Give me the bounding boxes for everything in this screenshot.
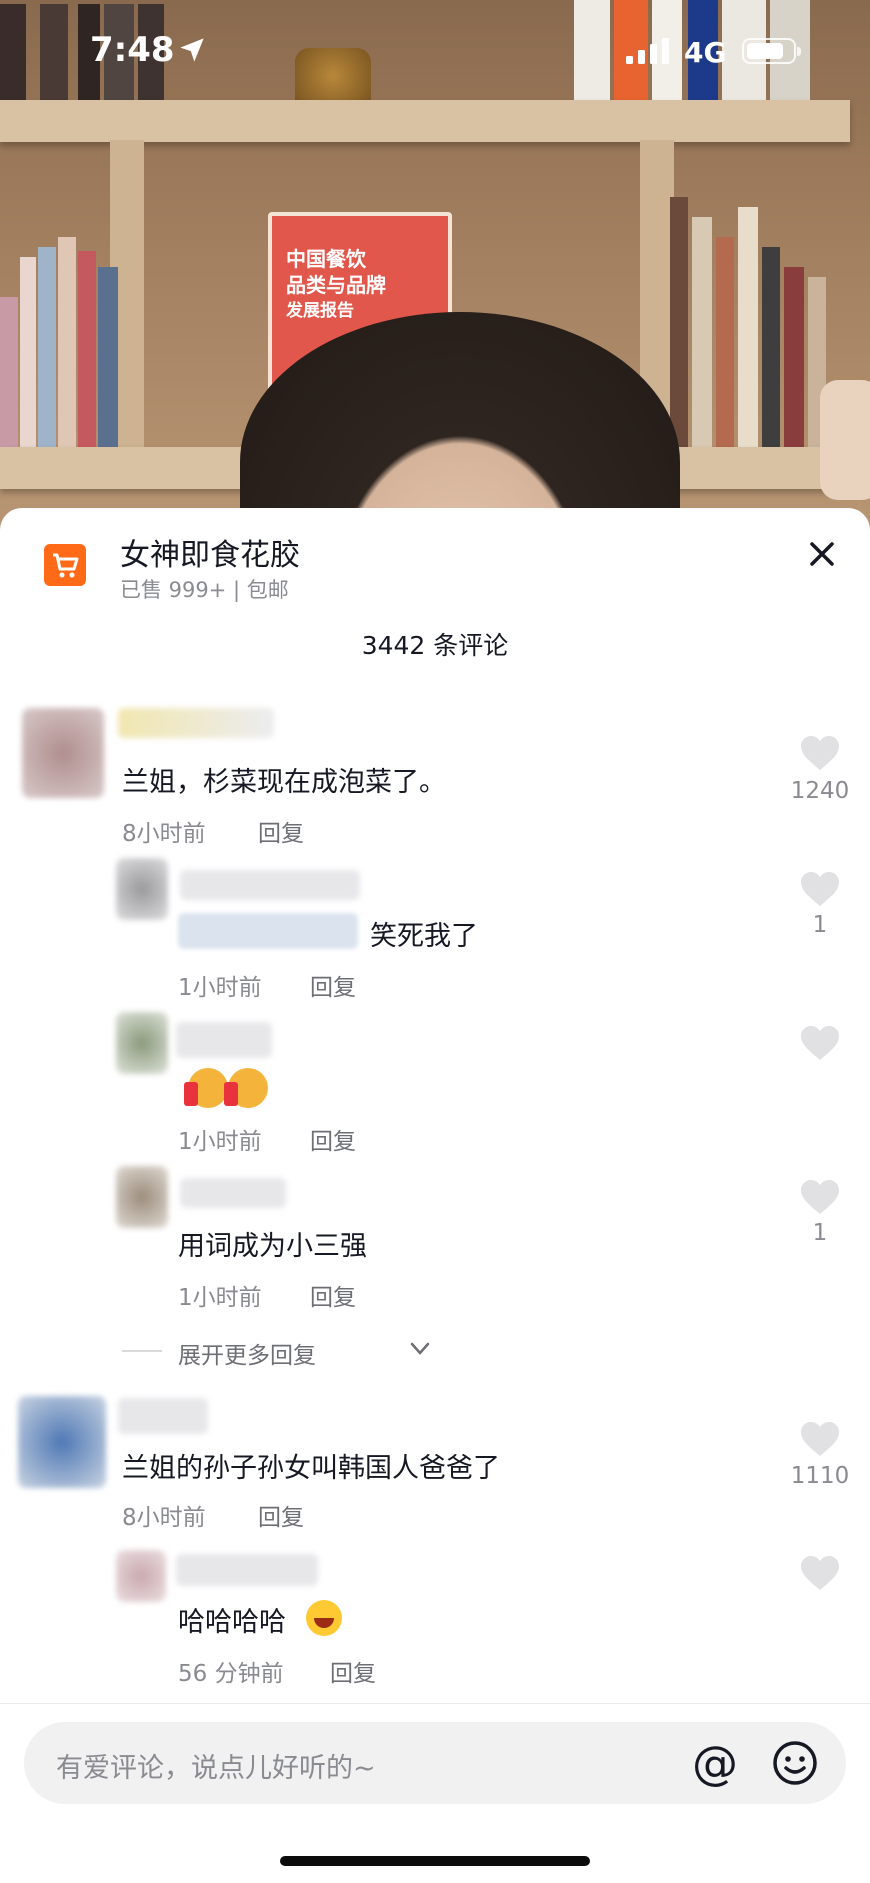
thumbs-up-icon — [184, 1068, 228, 1108]
product-title: 女神即食花胶 — [120, 538, 300, 573]
avatar[interactable] — [116, 1550, 166, 1602]
username[interactable] — [176, 1554, 318, 1586]
product-card[interactable]: 女神即食花胶 已售 999+ | 包邮 — [0, 508, 870, 608]
battery-icon — [742, 38, 801, 64]
heart-icon[interactable] — [800, 1180, 840, 1216]
expand-more-label: 展开更多回复 — [178, 1343, 316, 1369]
reply-button[interactable]: 回复 — [310, 1122, 356, 1156]
bookshelf-left-books — [0, 230, 150, 447]
comment-time: 1小时前 — [178, 1285, 262, 1311]
heart-icon[interactable] — [800, 736, 840, 772]
username[interactable] — [118, 1398, 208, 1434]
battery-level — [747, 43, 783, 59]
reply-button[interactable]: 回复 — [258, 1498, 304, 1532]
username[interactable] — [180, 870, 360, 900]
comment-text: 兰姐的孙子孙女叫韩国人爸爸了 — [122, 1453, 500, 1484]
phone-device — [820, 380, 870, 500]
reply-button[interactable]: 回复 — [310, 1278, 356, 1312]
mention-link[interactable] — [178, 913, 358, 949]
like-count: 1 — [812, 1220, 828, 1246]
comment-time: 1小时前 — [178, 975, 262, 1001]
emoji-icon[interactable] — [772, 1740, 818, 1786]
cart-icon — [44, 544, 86, 586]
username[interactable] — [118, 708, 274, 738]
heart-icon[interactable] — [800, 1422, 840, 1458]
status-bar: 7:48 4G — [0, 0, 870, 100]
heart-icon[interactable] — [800, 872, 840, 908]
avatar[interactable] — [22, 708, 104, 798]
network-type: 4G — [684, 36, 727, 69]
comment-input-placeholder: 有爱评论，说点儿好听的~ — [56, 1753, 376, 1784]
thumbs-up-icon — [224, 1068, 268, 1108]
avatar[interactable] — [116, 1012, 168, 1074]
close-icon[interactable] — [802, 534, 842, 574]
signal-icon — [626, 38, 669, 64]
status-time: 7:48 — [90, 30, 175, 70]
heart-icon[interactable] — [800, 1026, 840, 1062]
comments-count: 3442 条评论 — [361, 631, 509, 660]
heart-icon[interactable] — [800, 1556, 840, 1592]
like-count: 1110 — [790, 1463, 850, 1489]
home-indicator[interactable] — [280, 1856, 590, 1866]
reply-button[interactable]: 回复 — [330, 1654, 376, 1688]
reply-button[interactable]: 回复 — [258, 814, 304, 848]
divider — [0, 1703, 870, 1704]
comment-time: 8小时前 — [122, 1505, 206, 1531]
avatar[interactable] — [116, 1166, 168, 1228]
at-icon[interactable]: @ — [692, 1740, 738, 1786]
reply-button[interactable]: 回复 — [310, 968, 356, 1002]
username[interactable] — [176, 1022, 272, 1058]
comment-input[interactable]: 有爱评论，说点儿好听的~ @ — [24, 1722, 846, 1804]
like-count: 1 — [812, 912, 828, 938]
like-count: 1240 — [790, 778, 850, 804]
chevron-down-icon — [410, 1342, 430, 1355]
comment-text: 用词成为小三强 — [178, 1231, 367, 1262]
avatar[interactable] — [18, 1396, 106, 1488]
location-arrow-icon — [180, 38, 204, 62]
product-subtitle: 已售 999+ | 包邮 — [120, 578, 289, 602]
comment-time: 56 分钟前 — [178, 1661, 284, 1687]
divider-line — [122, 1350, 162, 1352]
comment-text: 笑死我了 — [370, 921, 478, 952]
username[interactable] — [180, 1178, 286, 1208]
laughing-emoji-icon — [306, 1600, 342, 1636]
comment-text: 哈哈哈哈 — [178, 1607, 286, 1638]
avatar[interactable] — [116, 858, 168, 920]
comment-text: 兰姐，杉菜现在成泡菜了。 — [122, 767, 446, 798]
comment-time: 1小时前 — [178, 1129, 262, 1155]
comment-time: 8小时前 — [122, 821, 206, 847]
shelf-board — [0, 100, 850, 142]
